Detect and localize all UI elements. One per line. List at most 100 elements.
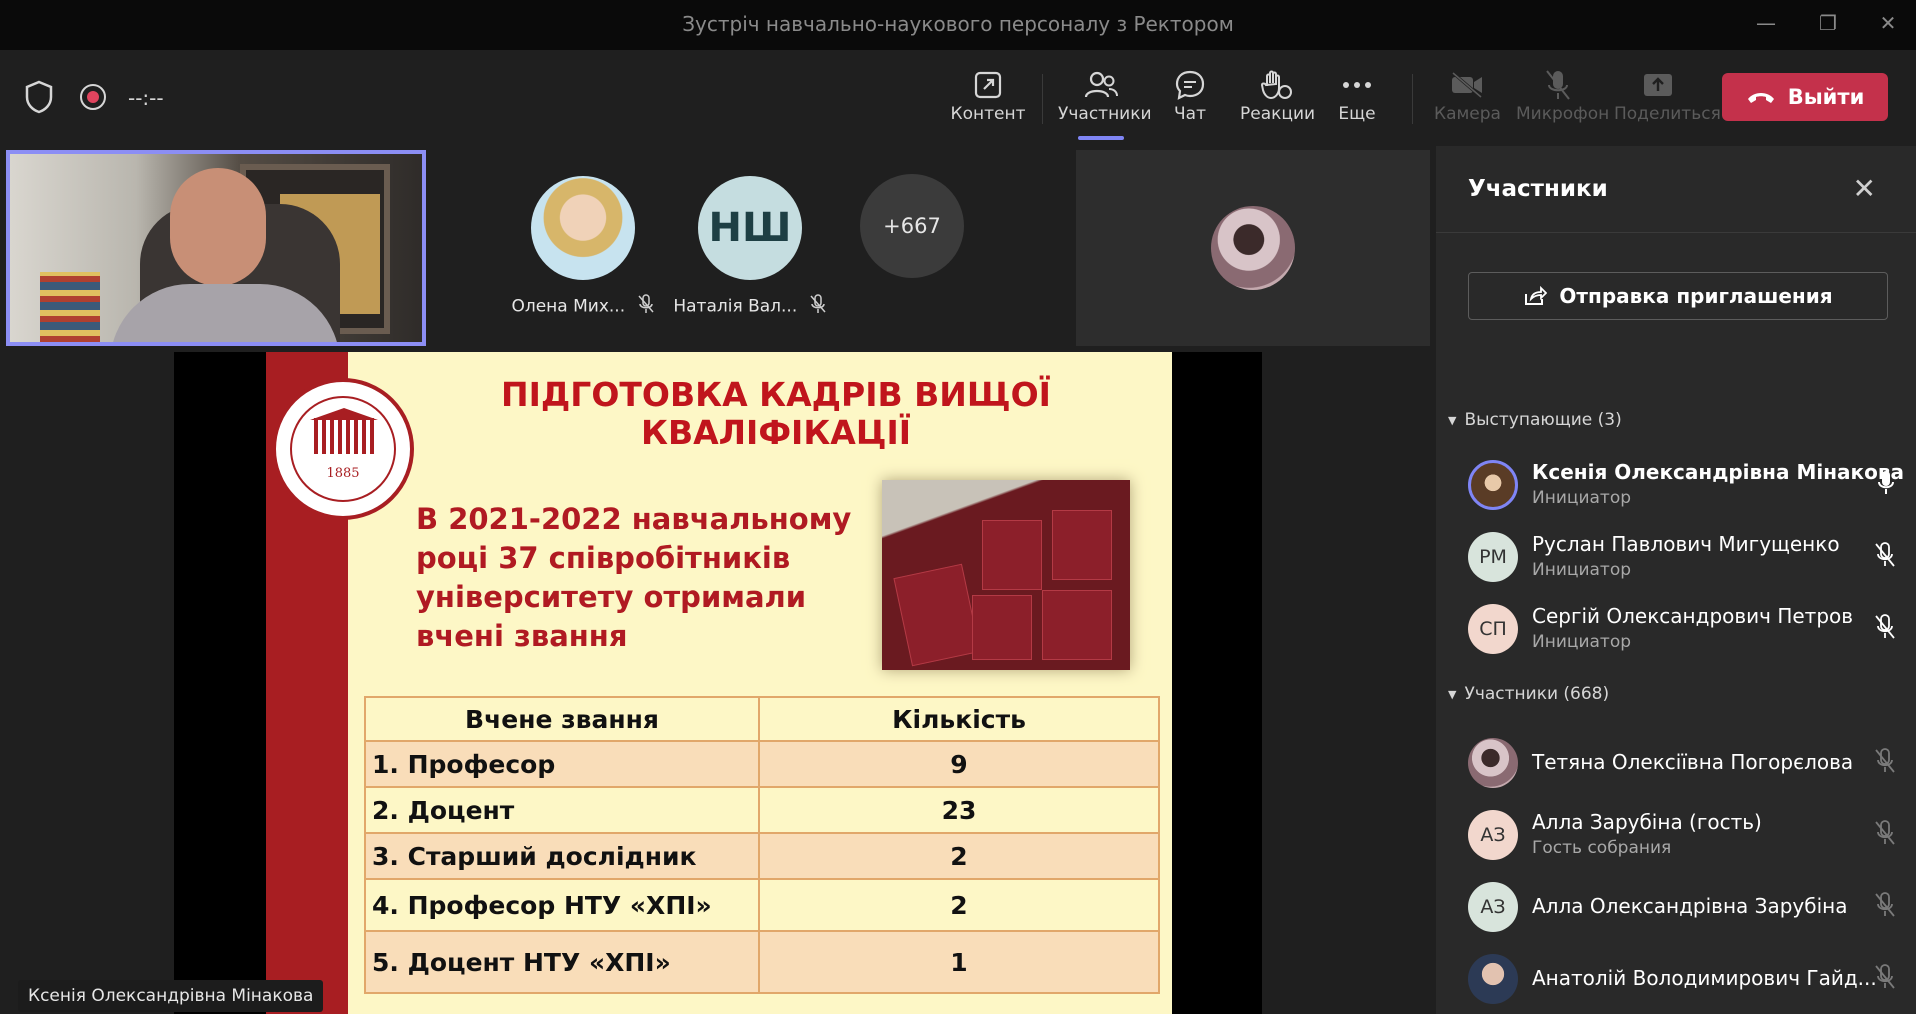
avatar-initials: РМ [1468,532,1518,582]
reactions-button[interactable]: Реакции [1240,66,1316,124]
participant-row[interactable]: АЗ Алла Зарубіна (гость) Гость собрания [1468,806,1898,862]
academic-titles-table: Вчене звання Кількість 1. Професор 9 2. … [364,696,1160,994]
participants-panel: Участники ✕ Отправка приглашения ▼ Выступ… [1436,146,1916,1014]
participant-row[interactable]: Анатолій Володимирович Гайд... [1468,950,1898,1006]
participant-name: Тетяна Олексіївна Погорєлова [1532,750,1854,774]
overflow-count: +667 [860,174,964,278]
caret-down-icon: ▼ [1448,687,1457,701]
more-participants-tile[interactable]: +667 [860,174,964,278]
participant-name: Сергій Олександрович Петров [1532,604,1854,628]
shield-icon[interactable] [24,80,54,118]
attendees-section-header[interactable]: ▼ Участники (668) [1448,684,1609,704]
more-dots-icon [1336,66,1378,104]
participant-row[interactable]: Тетяна Олексіївна Погорєлова [1468,734,1898,790]
university-seal-logo: 1885 [272,378,414,520]
avatar [1468,460,1518,510]
table-cell: 1. Професор [364,740,760,788]
participant-row[interactable]: РМ Руслан Павлович Мигущенко Инициатор [1468,528,1898,584]
active-tab-indicator [1078,136,1124,140]
presenters-header-label: Выступающие (3) [1464,410,1622,430]
seal-year: 1885 [326,466,360,481]
participant-video-tile[interactable] [1076,150,1430,346]
presenters-section-header[interactable]: ▼ Выступающие (3) [1448,410,1622,430]
camera-label: Камера [1434,104,1501,124]
close-window-button[interactable]: ✕ [1870,8,1906,38]
leave-label: Выйти [1787,85,1865,109]
participant-row[interactable]: СП Сергій Олександрович Петров Инициатор [1468,600,1898,656]
share-invite-icon [1525,285,1548,305]
leave-button[interactable]: Выйти [1722,73,1888,121]
microphone-button[interactable]: Микрофон [1516,66,1610,124]
participant-role: Инициатор [1532,560,1632,580]
share-content-icon [950,66,1026,104]
restore-button[interactable]: ❐ [1810,8,1846,38]
minimize-button[interactable]: — [1748,8,1784,38]
chat-icon [1170,66,1210,104]
avatar [1468,738,1518,788]
participant-name: Руслан Павлович Мигущенко [1532,532,1840,556]
divider [1436,232,1916,233]
participant-name: Олена Мих... [511,296,626,317]
mic-off-icon [1874,748,1896,778]
diplomas-photo [882,480,1130,670]
participant-tile[interactable]: Олена Мих... [508,176,658,319]
send-invite-label: Отправка приглашения [1559,284,1833,308]
mic-off-icon [1874,614,1896,644]
content-label: Контент [950,104,1026,124]
table-row: 3. Старший дослідник 2 [364,832,1160,880]
reactions-label: Реакции [1240,104,1316,124]
meeting-timer: --:-- [128,86,164,110]
more-label: Еще [1338,104,1376,124]
participant-role: Гость собрания [1532,838,1672,858]
table-row: 1. Професор 9 [364,740,1160,788]
chat-button[interactable]: Чат [1170,66,1210,124]
participant-role: Инициатор [1532,632,1632,652]
toolbar-separator [1042,74,1043,124]
camera-button[interactable]: Камера [1434,66,1501,124]
table-cell: 2 [758,878,1160,932]
participant-row[interactable]: АЗ Алла Олександрівна Зарубіна [1468,878,1898,934]
avatar-initials: АЗ [1468,810,1518,860]
window-title: Зустріч навчально-наукового персоналу з … [682,12,1234,36]
table-cell: 1 [758,930,1160,994]
participant-row[interactable]: Ксенія Олександрівна Мінакова Инициатор [1468,456,1904,512]
active-speaker-video[interactable] [6,150,426,346]
participants-button[interactable]: Участники [1058,66,1152,124]
table-header: Кількість [758,696,1160,742]
close-panel-icon[interactable]: ✕ [1853,172,1876,205]
more-button[interactable]: Еще [1336,66,1378,124]
table-cell: 9 [758,740,1160,788]
table-cell: 2 [758,832,1160,880]
participants-label: Участники [1058,104,1152,124]
participant-name: Алла Олександрівна Зарубіна [1532,894,1848,918]
mic-off-icon [637,294,655,319]
avatar-initials: НШ [698,176,802,280]
share-label: Поделиться [1614,104,1721,124]
avatar-initials: АЗ [1468,882,1518,932]
table-row: 4. Професор НТУ «ХПІ» 2 [364,878,1160,932]
slide-title: ПІДГОТОВКА КАДРІВ ВИЩОЇ КВАЛІФІКАЦІЇ [501,375,1051,452]
send-invite-button[interactable]: Отправка приглашения [1468,272,1888,320]
avatar [1468,954,1518,1004]
attendees-header-label: Участники (668) [1464,684,1610,704]
presentation-slide: 1885 ПІДГОТОВКА КАДРІВ ВИЩОЇ КВАЛІФІКАЦІ… [266,352,1172,1014]
panel-title: Участники [1468,176,1608,202]
window-titlebar: Зустріч навчально-наукового персоналу з … [0,0,1916,50]
table-header: Вчене звання [364,696,760,742]
participant-name: Наталія Вал... [673,296,798,317]
content-button[interactable]: Контент [950,66,1026,124]
phone-hangup-icon [1747,93,1774,103]
share-button[interactable]: Поделиться [1614,66,1721,124]
participant-role: Инициатор [1532,488,1632,508]
mic-off-icon [1874,892,1896,922]
meeting-toolbar: --:-- Контент Участники Чат Реакции Еще … [0,50,1916,146]
participant-tile[interactable]: НШ Наталія Вал... [672,176,828,319]
table-cell: 3. Старший дослідник [364,832,760,880]
participant-name: Ксенія Олександрівна Мінакова [1532,460,1905,484]
record-icon [80,84,106,110]
chat-label: Чат [1174,104,1206,124]
mic-on-icon [1876,470,1896,500]
microphone-label: Микрофон [1516,104,1610,124]
share-tray-icon [1614,66,1702,104]
slide-text: В 2021-2022 навчальному році 37 співробі… [416,502,852,653]
